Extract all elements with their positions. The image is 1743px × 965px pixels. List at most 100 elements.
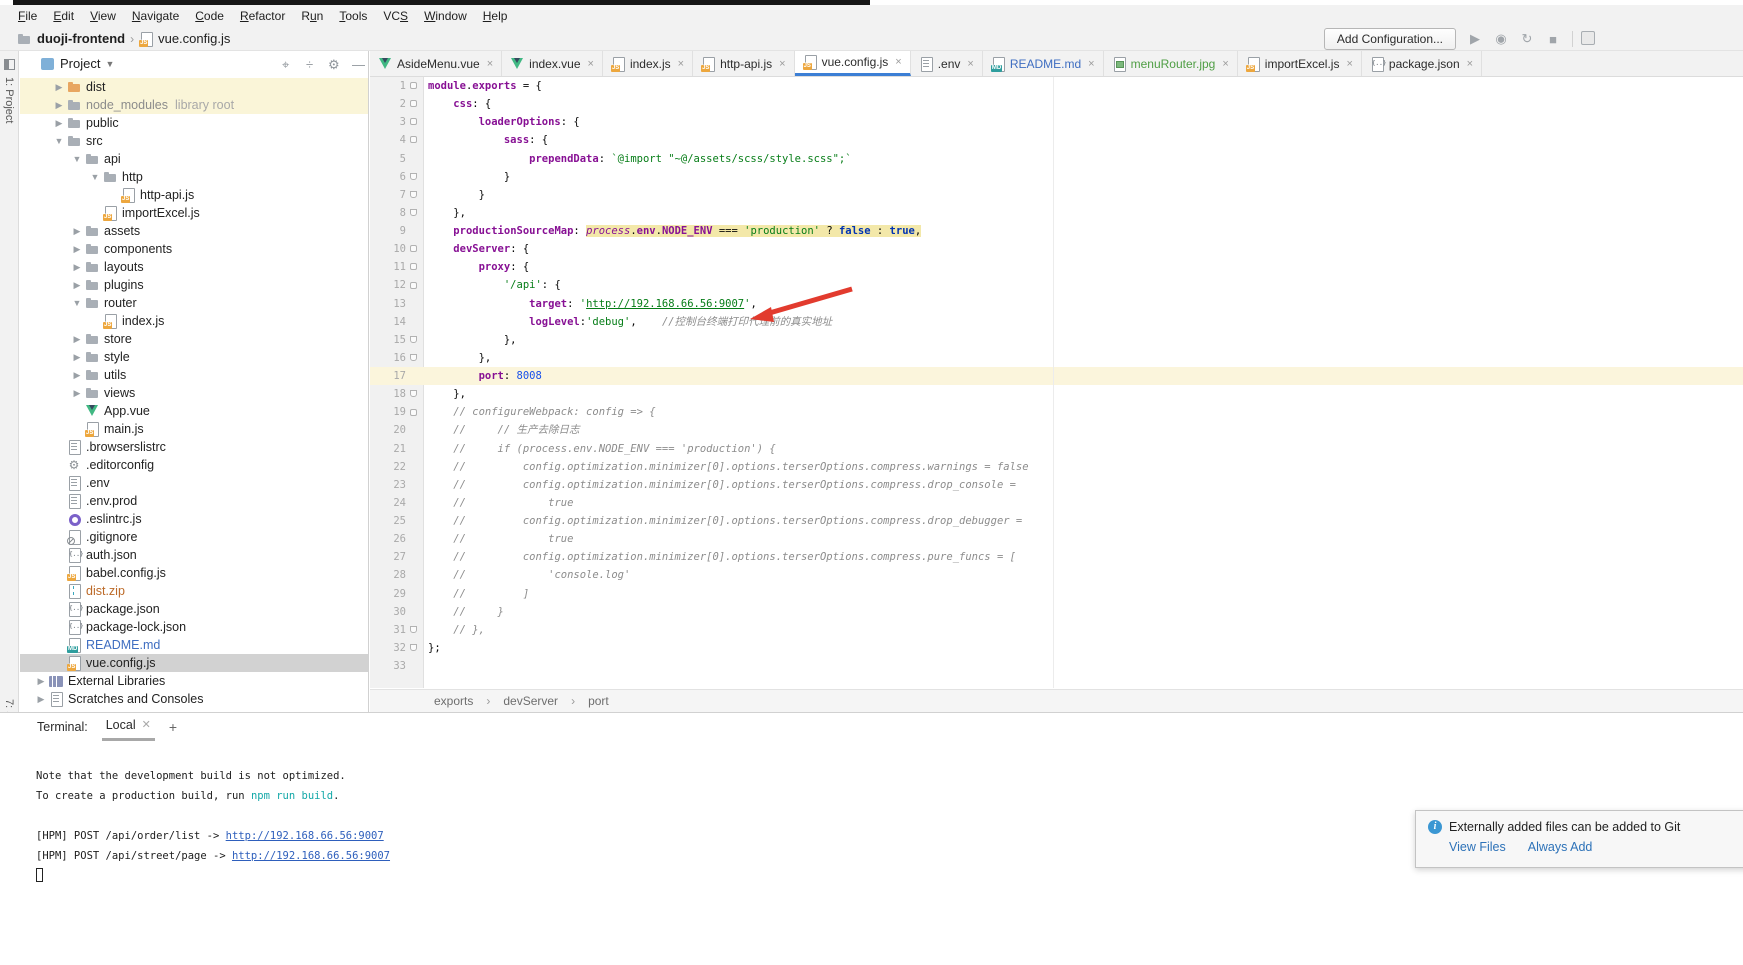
tree-item-components[interactable]: ▶components	[20, 240, 368, 258]
close-icon[interactable]: ×	[487, 58, 493, 70]
stripe-project[interactable]: 1: Project	[3, 77, 15, 123]
tree-item-app-vue[interactable]: App.vue	[20, 402, 368, 420]
fold-end-icon[interactable]	[410, 644, 417, 651]
fold-open-icon[interactable]	[410, 100, 417, 107]
tree-item-vue-config-js[interactable]: vue.config.js	[20, 654, 368, 672]
settings-icon[interactable]: ⚙	[328, 57, 340, 73]
tree-item-importexcel-js[interactable]: importExcel.js	[20, 204, 368, 222]
tree-item-layouts[interactable]: ▶layouts	[20, 258, 368, 276]
chevron-down-icon[interactable]: ▼	[105, 59, 114, 69]
tree-item--gitignore[interactable]: .gitignore	[20, 528, 368, 546]
tab-package-json[interactable]: package.json×	[1362, 51, 1482, 76]
fold-end-icon[interactable]	[410, 626, 417, 633]
breadcrumb-project[interactable]: duoji-frontend	[37, 31, 125, 46]
tab-index-vue[interactable]: index.vue×	[502, 51, 603, 76]
tree-item-http-api-js[interactable]: http-api.js	[20, 186, 368, 204]
fold-end-icon[interactable]	[410, 191, 417, 198]
menu-run[interactable]: Run	[293, 7, 331, 25]
tree-item-src[interactable]: ▼src	[20, 132, 368, 150]
new-terminal-icon[interactable]: +	[169, 719, 177, 735]
hide-icon[interactable]: —	[352, 57, 365, 72]
tab-vue-config-js[interactable]: vue.config.js×	[795, 51, 911, 76]
tab-readme-md[interactable]: README.md×	[983, 51, 1104, 76]
close-icon[interactable]: ×	[1222, 58, 1228, 70]
run-icon[interactable]: ▶	[1466, 31, 1484, 47]
tree-item-node-modules[interactable]: ▶node_moduleslibrary root	[20, 96, 368, 114]
fold-open-icon[interactable]	[410, 263, 417, 270]
tree-item-package-lock-json[interactable]: package-lock.json	[20, 618, 368, 636]
tree-item-assets[interactable]: ▶assets	[20, 222, 368, 240]
close-icon[interactable]: ×	[967, 58, 973, 70]
menu-code[interactable]: Code	[187, 7, 232, 25]
tree-item-http[interactable]: ▼http	[20, 168, 368, 186]
close-icon[interactable]: ✕	[142, 718, 151, 731]
project-toolwindow-icon[interactable]	[4, 59, 15, 70]
chevron-right-icon[interactable]: ▶	[33, 676, 49, 687]
tree-item--env-prod[interactable]: .env.prod	[20, 492, 368, 510]
chevron-right-icon[interactable]: ▶	[33, 694, 49, 705]
fold-open-icon[interactable]	[410, 118, 417, 125]
tree-item-package-json[interactable]: package.json	[20, 600, 368, 618]
menu-file[interactable]: File	[10, 7, 45, 25]
menu-window[interactable]: Window	[416, 7, 475, 25]
menu-tools[interactable]: Tools	[331, 7, 375, 25]
tree-item--env[interactable]: .env	[20, 474, 368, 492]
tree-item-index-js[interactable]: index.js	[20, 312, 368, 330]
chevron-right-icon[interactable]: ▶	[51, 100, 67, 111]
breadcrumb-exports[interactable]: exports	[434, 694, 473, 708]
chevron-right-icon[interactable]: ▶	[69, 334, 85, 345]
chevron-right-icon[interactable]: ▶	[69, 244, 85, 255]
tab-importexcel-js[interactable]: importExcel.js×	[1238, 51, 1362, 76]
breadcrumb-devserver[interactable]: devServer	[503, 694, 558, 708]
breadcrumb-port[interactable]: port	[588, 694, 609, 708]
tree-item-dist[interactable]: ▶dist	[20, 78, 368, 96]
close-icon[interactable]: ×	[1346, 58, 1352, 70]
code-editor[interactable]: 1234567891011121314151617181920212223242…	[370, 77, 1743, 688]
fold-end-icon[interactable]	[410, 209, 417, 216]
chevron-down-icon[interactable]: ▼	[87, 172, 103, 182]
close-icon[interactable]: ×	[588, 58, 594, 70]
locate-icon[interactable]: ⌖	[282, 57, 289, 73]
tree-item-router[interactable]: ▼router	[20, 294, 368, 312]
tab-http-api-js[interactable]: http-api.js×	[693, 51, 794, 76]
tree-item--editorconfig[interactable]: ⚙.editorconfig	[20, 456, 368, 474]
close-icon[interactable]: ×	[895, 56, 901, 68]
collapse-all-icon[interactable]: ÷	[306, 57, 313, 72]
tree-item-external-libraries[interactable]: ▶External Libraries	[20, 672, 368, 690]
fold-open-icon[interactable]	[410, 409, 417, 416]
tree-item-views[interactable]: ▶views	[20, 384, 368, 402]
tree-item--browserslistrc[interactable]: .browserslistrc	[20, 438, 368, 456]
chevron-right-icon[interactable]: ▶	[51, 118, 67, 129]
menu-vcs[interactable]: VCS	[375, 7, 416, 25]
tree-item-dist-zip[interactable]: dist.zip	[20, 582, 368, 600]
project-panel-title[interactable]: Project	[60, 56, 100, 71]
fold-open-icon[interactable]	[410, 82, 417, 89]
toolbar-widget-icon[interactable]	[1581, 31, 1595, 45]
rerun-icon[interactable]: ↻	[1518, 31, 1536, 47]
chevron-right-icon[interactable]: ▶	[51, 82, 67, 93]
tab-asidemenu-vue[interactable]: AsideMenu.vue×	[370, 51, 502, 76]
tab-index-js[interactable]: index.js×	[603, 51, 693, 76]
tree-item-auth-json[interactable]: auth.json	[20, 546, 368, 564]
chevron-right-icon[interactable]: ▶	[69, 370, 85, 381]
tree-item-readme-md[interactable]: README.md	[20, 636, 368, 654]
menu-edit[interactable]: Edit	[45, 7, 82, 25]
close-icon[interactable]: ×	[779, 58, 785, 70]
tree-item-babel-config-js[interactable]: babel.config.js	[20, 564, 368, 582]
close-icon[interactable]: ×	[1467, 58, 1473, 70]
terminal-output[interactable]: Note that the development build is not o…	[36, 766, 390, 886]
chevron-down-icon[interactable]: ▼	[51, 136, 67, 146]
tree-item-store[interactable]: ▶store	[20, 330, 368, 348]
tab-menurouter-jpg[interactable]: menuRouter.jpg×	[1104, 51, 1238, 76]
close-icon[interactable]: ×	[678, 58, 684, 70]
fold-open-icon[interactable]	[410, 245, 417, 252]
chevron-down-icon[interactable]: ▼	[69, 154, 85, 164]
fold-open-icon[interactable]	[410, 136, 417, 143]
tree-item-public[interactable]: ▶public	[20, 114, 368, 132]
menu-help[interactable]: Help	[475, 7, 516, 25]
tree-item-plugins[interactable]: ▶plugins	[20, 276, 368, 294]
debug-icon[interactable]: ◉	[1492, 31, 1510, 47]
close-icon[interactable]: ×	[1088, 58, 1094, 70]
tree-item-api[interactable]: ▼api	[20, 150, 368, 168]
menu-refactor[interactable]: Refactor	[232, 7, 293, 25]
